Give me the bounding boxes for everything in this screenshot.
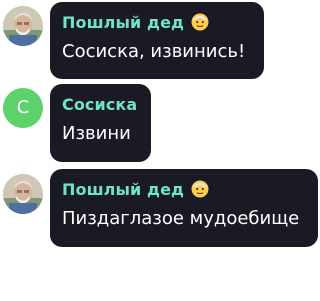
message-row: Пошлый дед Сосиска, извинись! — [0, 0, 320, 82]
avatar[interactable]: С — [3, 88, 43, 128]
message-bubble[interactable]: Сосиска Извини — [50, 84, 151, 162]
message-text[interactable]: Сосиска, извинись! — [62, 41, 252, 63]
sender-name[interactable]: Пошлый дед — [62, 180, 184, 199]
avatar-photo-icon — [3, 6, 43, 46]
message-row: С Сосиска Извини — [0, 82, 320, 164]
sender-name[interactable]: Сосиска — [62, 95, 137, 114]
old-man-emoji-icon — [191, 180, 209, 198]
chat-message-list: Пошлый дед Сосиска, извинись! С Сосиска … — [0, 0, 320, 301]
sender-name[interactable]: Пошлый дед — [62, 13, 184, 32]
message-text[interactable]: Извини — [62, 123, 139, 145]
message-row: Пошлый дед Пиздаглазое мудоебище — [0, 166, 320, 248]
old-man-emoji-icon — [191, 13, 209, 31]
avatar[interactable] — [3, 174, 43, 214]
avatar[interactable] — [3, 6, 43, 46]
message-text[interactable]: Пиздаглазое мудоебище — [62, 208, 306, 230]
sender-line: Пошлый дед — [62, 11, 252, 33]
sender-line: Сосиска — [62, 93, 139, 115]
message-bubble[interactable]: Пошлый дед Пиздаглазое мудоебище — [50, 169, 318, 247]
sender-line: Пошлый дед — [62, 178, 306, 200]
avatar-photo-icon — [3, 174, 43, 214]
message-bubble[interactable]: Пошлый дед Сосиска, извинись! — [50, 2, 264, 79]
avatar-letter: С — [16, 97, 30, 118]
